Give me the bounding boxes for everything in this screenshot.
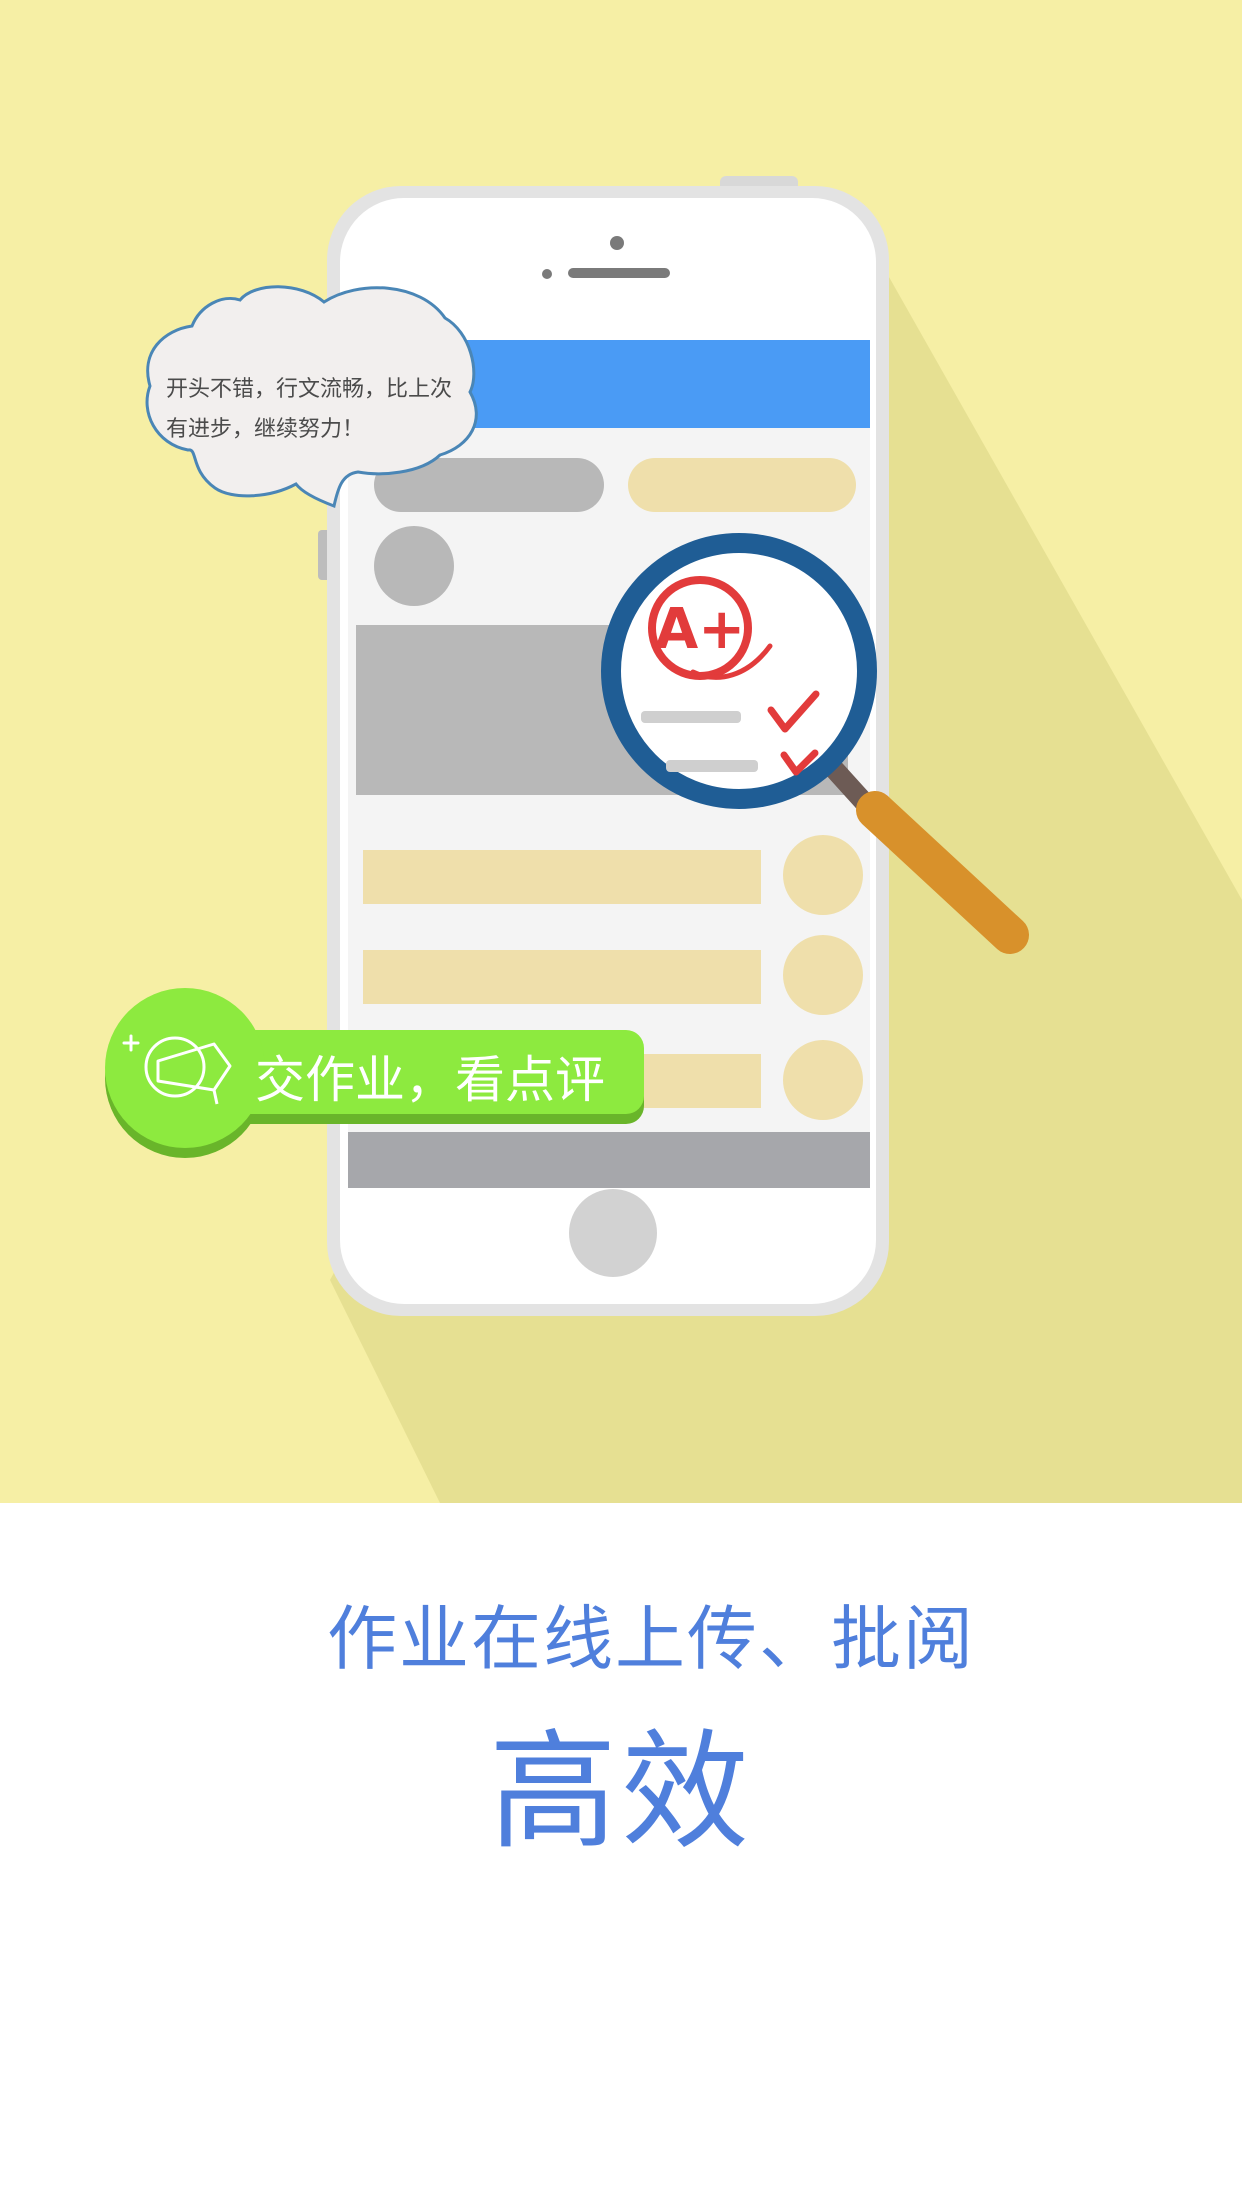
- grade-badge-text: A+: [655, 597, 745, 662]
- screen-list-dot-1: [783, 835, 863, 915]
- screen-list-bar-1: [363, 850, 761, 904]
- screen-bottom-bar: [348, 1132, 870, 1188]
- feature-subtitle: 作业在线上传、批阅: [327, 1598, 975, 1680]
- phone-speaker: [568, 268, 670, 278]
- phone-home-button: [569, 1189, 657, 1277]
- screen-list-dot-3: [783, 1040, 863, 1120]
- action-badge-circle: [105, 988, 265, 1148]
- magnifier-line-1: [641, 711, 741, 723]
- hero-illustration: A+ 开头不错，行文流畅，比上次 有进步，继续努力！ 交作业，看点评: [0, 0, 1242, 1503]
- screen-list-dot-2: [783, 935, 863, 1015]
- action-badge-label: 交作业，看点评: [255, 1051, 605, 1109]
- feature-headline: 高效: [488, 1718, 753, 1867]
- screen-pill-right: [628, 458, 856, 512]
- phone-camera: [610, 236, 624, 250]
- screen-avatar: [374, 526, 454, 606]
- phone-sensor: [542, 269, 552, 279]
- illustration-art: A+: [105, 176, 1242, 1503]
- magnifier-line-2: [666, 760, 758, 772]
- screen-list-bar-2: [363, 950, 761, 1004]
- onboarding-screen: A+ 开头不错，行文流畅，比上次 有进步，继续努力！ 交作业，看点评 作业在线上…: [0, 0, 1242, 2208]
- comment-bubble-text: 开头不错，行文流畅，比上次 有进步，继续努力！: [166, 377, 453, 442]
